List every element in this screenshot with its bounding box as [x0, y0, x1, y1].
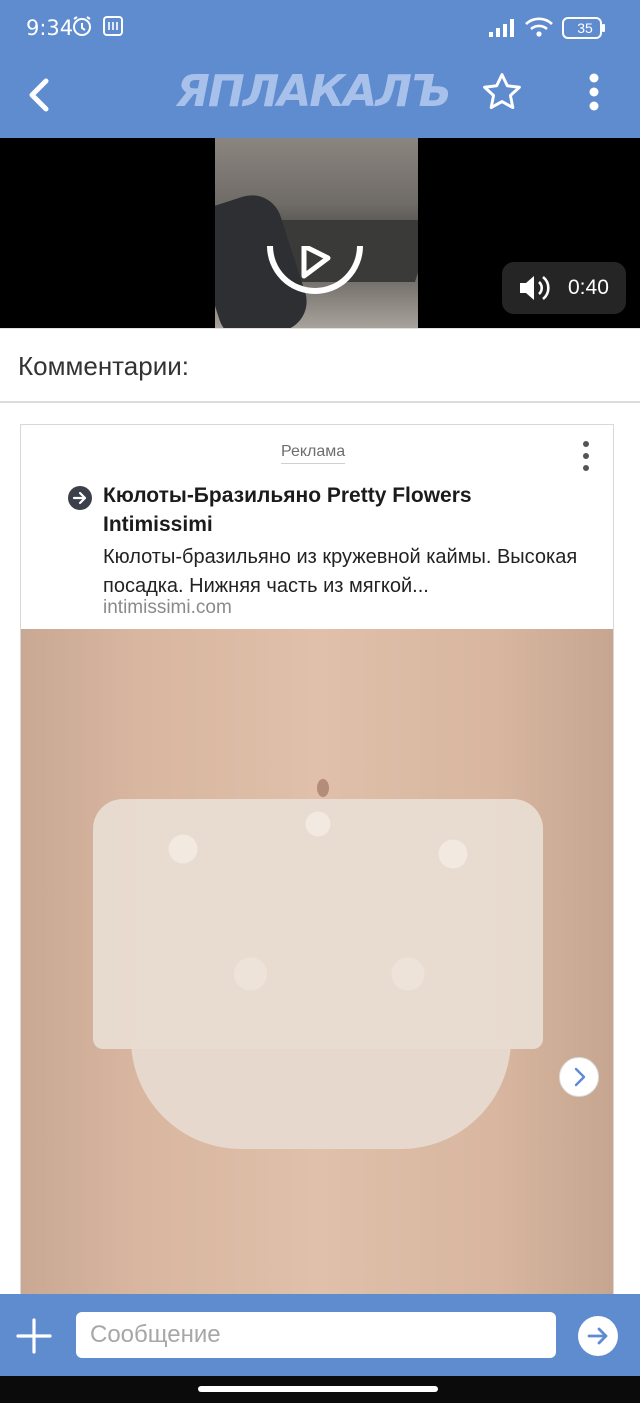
alarm-icon	[70, 14, 94, 43]
status-time: 9:34	[26, 16, 74, 40]
chevron-right-icon	[574, 1067, 586, 1087]
overflow-menu-button[interactable]	[584, 70, 604, 114]
play-icon	[267, 243, 363, 294]
carousel-next-button[interactable]	[559, 1057, 599, 1097]
more-vertical-icon	[589, 73, 599, 111]
notification-icon	[102, 14, 124, 43]
status-bar: 9:34 35	[0, 0, 640, 56]
video-duration: 0:40	[568, 276, 609, 299]
comments-title: Комментарии:	[18, 351, 189, 381]
send-button[interactable]	[578, 1316, 618, 1356]
back-button[interactable]	[22, 73, 62, 117]
ad-card[interactable]: Реклама Кюлоты-Бразильяно Pretty Flowers…	[20, 424, 614, 1306]
ad-description: Кюлоты-бразильяно из кружевной каймы. Вы…	[103, 546, 578, 597]
attach-button[interactable]	[14, 1316, 54, 1356]
star-icon	[483, 73, 521, 110]
system-nav-bar	[0, 1376, 640, 1403]
comments-header: Комментарии:	[0, 328, 640, 403]
arrow-right-circle-icon	[67, 485, 93, 511]
wifi-icon	[524, 16, 554, 43]
ad-options-button[interactable]	[579, 439, 593, 473]
ad-label: Реклама	[281, 443, 346, 464]
message-bar	[0, 1294, 640, 1376]
message-input[interactable]	[76, 1312, 556, 1358]
ad-domain[interactable]: intimissimi.com	[103, 597, 232, 619]
home-indicator[interactable]	[198, 1386, 438, 1392]
video-player[interactable]: 0:40	[0, 138, 640, 328]
ad-title[interactable]: Кюлоты-Бразильяно Pretty Flowers Intimis…	[103, 481, 583, 539]
battery-level: 35	[577, 20, 593, 36]
back-arrow-icon	[29, 78, 49, 112]
play-button[interactable]	[266, 243, 364, 306]
more-vertical-icon	[583, 441, 589, 471]
signal-icon	[488, 18, 518, 43]
favorite-button[interactable]	[480, 70, 524, 114]
duration-pill[interactable]: 0:40	[502, 262, 626, 314]
send-icon	[587, 1327, 608, 1345]
plus-icon	[16, 1318, 52, 1354]
app-logo[interactable]: ЯПЛАКАЛЪ	[176, 64, 456, 120]
sound-icon[interactable]	[518, 274, 552, 307]
app-bar: ЯПЛАКАЛЪ	[0, 56, 640, 138]
ad-image[interactable]	[21, 629, 613, 1305]
